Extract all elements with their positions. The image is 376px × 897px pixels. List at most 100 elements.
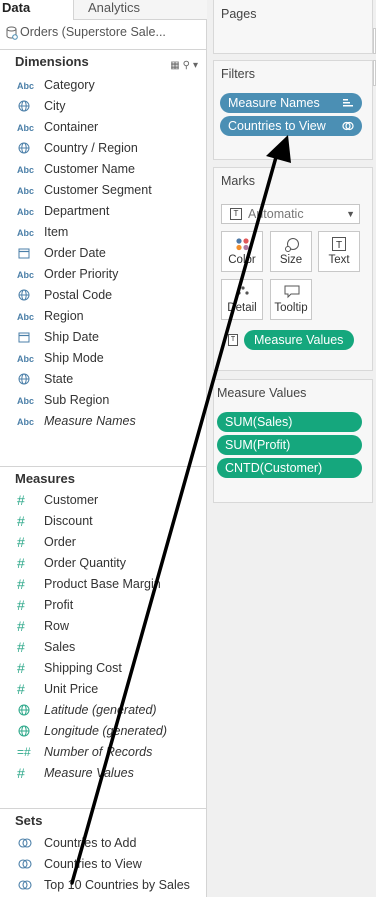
field-state[interactable]: State bbox=[0, 369, 207, 390]
measure-pill-sum-profit[interactable]: SUM(Profit) bbox=[217, 435, 362, 455]
measure-pill-label: SUM(Profit) bbox=[225, 438, 291, 452]
field-discount[interactable]: # Discount bbox=[0, 511, 207, 532]
field-sales[interactable]: # Sales bbox=[0, 637, 207, 658]
field-measure-values[interactable]: # Measure Values bbox=[0, 763, 207, 784]
string-type-icon: Abc bbox=[17, 228, 35, 238]
field-item[interactable]: Abc Item bbox=[0, 222, 207, 243]
field-shipping-cost[interactable]: # Shipping Cost bbox=[0, 658, 207, 679]
field-number-of-records[interactable]: =# Number of Records bbox=[0, 742, 207, 763]
measure-pill-label: CNTD(Customer) bbox=[225, 461, 323, 475]
tooltip-button[interactable]: Tooltip bbox=[270, 279, 312, 320]
field-label: Order Quantity bbox=[44, 556, 126, 570]
globe-icon bbox=[17, 285, 39, 306]
size-button[interactable]: Size bbox=[270, 231, 312, 272]
field-measure-names[interactable]: Abc Measure Names bbox=[0, 411, 207, 432]
field-label: Profit bbox=[44, 598, 74, 612]
field-ship-date[interactable]: Ship Date bbox=[0, 327, 207, 348]
measure-pill-label: SUM(Sales) bbox=[225, 415, 293, 429]
field-row[interactable]: # Row bbox=[0, 616, 207, 637]
field-label: City bbox=[44, 99, 66, 113]
globe-icon bbox=[17, 700, 39, 721]
color-icon bbox=[236, 238, 249, 251]
datasource-selector[interactable]: Orders (Superstore Sale... bbox=[0, 20, 207, 50]
field-department[interactable]: Abc Department bbox=[0, 201, 207, 222]
text-mark-icon: T bbox=[230, 208, 242, 220]
view-options-icon[interactable]: ▦ bbox=[170, 60, 182, 71]
field-label: Measure Values bbox=[44, 766, 134, 780]
field-label: Countries to View bbox=[44, 857, 142, 871]
field-countries-to-view[interactable]: Countries to View bbox=[0, 854, 207, 875]
set-icon bbox=[17, 854, 39, 875]
marks-pill-measure-values[interactable]: Measure Values bbox=[244, 330, 354, 350]
measure-values-shelf[interactable]: Measure Values SUM(Sales) SUM(Profit) CN… bbox=[213, 379, 373, 503]
field-order-priority[interactable]: Abc Order Priority bbox=[0, 264, 207, 285]
field-order-date[interactable]: Order Date bbox=[0, 243, 207, 264]
search-icon[interactable]: ⚲ bbox=[183, 60, 193, 71]
pages-shelf[interactable]: Pages bbox=[213, 0, 373, 54]
number-type-icon: # bbox=[17, 492, 25, 508]
tooltip-label: Tooltip bbox=[274, 302, 308, 314]
globe-icon bbox=[17, 138, 39, 159]
field-container[interactable]: Abc Container bbox=[0, 117, 207, 138]
field-sub-region[interactable]: Abc Sub Region bbox=[0, 390, 207, 411]
field-product-base-margin[interactable]: # Product Base Margin bbox=[0, 574, 207, 595]
calendar-icon bbox=[17, 327, 39, 348]
field-order-quantity[interactable]: # Order Quantity bbox=[0, 553, 207, 574]
color-button[interactable]: Color bbox=[221, 231, 263, 272]
field-profit[interactable]: # Profit bbox=[0, 595, 207, 616]
filter-pill-countries-to-view[interactable]: Countries to View bbox=[220, 116, 362, 136]
tab-analytics[interactable]: Analytics bbox=[73, 0, 207, 20]
number-type-icon: # bbox=[17, 534, 25, 550]
number-type-icon: # bbox=[17, 681, 25, 697]
filter-pill-measure-names[interactable]: Measure Names bbox=[220, 93, 362, 113]
field-label: Item bbox=[44, 225, 69, 239]
field-country-region[interactable]: Country / Region bbox=[0, 138, 207, 159]
field-label: Number of Records bbox=[44, 745, 153, 759]
marks-pill-label: Measure Values bbox=[254, 333, 344, 347]
field-category[interactable]: Abc Category bbox=[0, 75, 207, 96]
text-button[interactable]: T Text bbox=[318, 231, 360, 272]
string-type-icon: Abc bbox=[17, 81, 35, 91]
field-customer-name[interactable]: Abc Customer Name bbox=[0, 159, 207, 180]
field-order[interactable]: # Order bbox=[0, 532, 207, 553]
field-region[interactable]: Abc Region bbox=[0, 306, 207, 327]
string-type-icon: Abc bbox=[17, 123, 35, 133]
mark-type-dropdown[interactable]: T Automatic ▼ bbox=[221, 204, 360, 224]
shelves-pane: Pages Filters Measure Names Countries to… bbox=[207, 0, 376, 897]
size-label: Size bbox=[279, 254, 303, 266]
set-icon bbox=[342, 121, 354, 131]
filter-pill-label: Measure Names bbox=[228, 96, 320, 110]
field-city[interactable]: City bbox=[0, 96, 207, 117]
number-type-icon: # bbox=[17, 576, 25, 592]
field-top-10-countries-by-sales[interactable]: Top 10 Countries by Sales bbox=[0, 875, 207, 896]
detail-button[interactable]: Detail bbox=[221, 279, 263, 320]
globe-icon bbox=[17, 96, 39, 117]
set-icon bbox=[17, 875, 39, 896]
field-customer[interactable]: # Customer bbox=[0, 490, 207, 511]
field-label: Customer Segment bbox=[44, 183, 152, 197]
filters-shelf[interactable]: Filters Measure Names Countries to View bbox=[213, 60, 373, 160]
field-ship-mode[interactable]: Abc Ship Mode bbox=[0, 348, 207, 369]
marks-card: Marks T Automatic ▼ Color Size T Text De… bbox=[213, 167, 373, 371]
tab-data[interactable]: Data bbox=[0, 0, 73, 20]
field-unit-price[interactable]: # Unit Price bbox=[0, 679, 207, 700]
field-postal-code[interactable]: Postal Code bbox=[0, 285, 207, 306]
field-customer-segment[interactable]: Abc Customer Segment bbox=[0, 180, 207, 201]
measure-pill-cntd-customer[interactable]: CNTD(Customer) bbox=[217, 458, 362, 478]
globe-icon bbox=[17, 721, 39, 742]
dimensions-tools: ▦⚲▾ bbox=[170, 55, 201, 77]
measure-pill-sum-sales[interactable]: SUM(Sales) bbox=[217, 412, 362, 432]
field-label: Product Base Margin bbox=[44, 577, 161, 591]
calendar-icon bbox=[17, 243, 39, 264]
marks-title: Marks bbox=[221, 174, 256, 188]
field-countries-to-add[interactable]: Countries to Add bbox=[0, 833, 207, 854]
field-longitude-generated[interactable]: Longitude (generated) bbox=[0, 721, 207, 742]
number-type-icon: # bbox=[17, 765, 25, 781]
measures-title: Measures bbox=[15, 471, 75, 486]
tooltip-icon bbox=[284, 285, 300, 299]
filters-title: Filters bbox=[221, 67, 256, 81]
svg-text:T: T bbox=[336, 240, 342, 251]
chevron-down-icon[interactable]: ▾ bbox=[193, 60, 201, 71]
field-latitude-generated[interactable]: Latitude (generated) bbox=[0, 700, 207, 721]
string-type-icon: Abc bbox=[17, 165, 35, 175]
